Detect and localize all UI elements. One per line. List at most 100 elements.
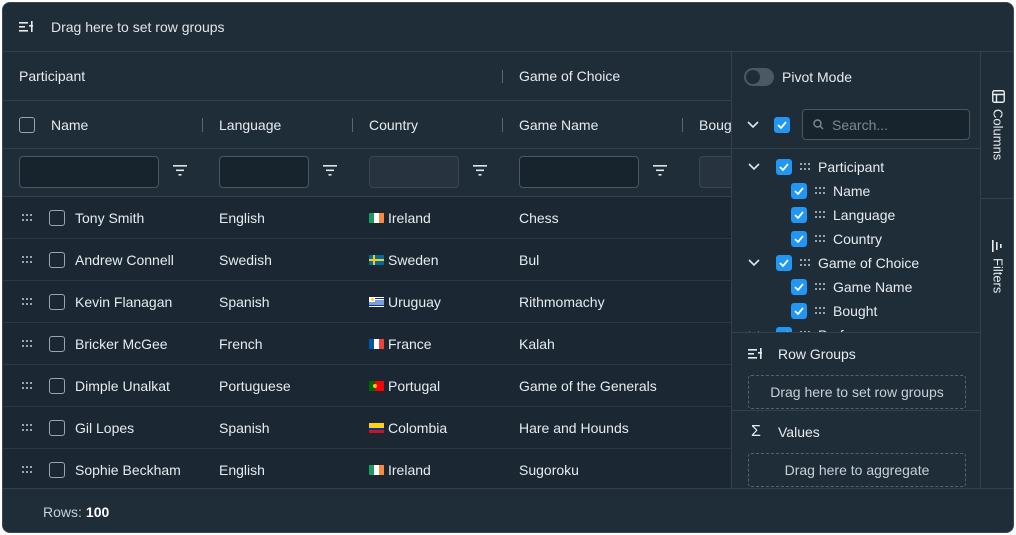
game-name-cell[interactable]: Bul <box>519 239 539 280</box>
drag-handle-icon[interactable] <box>800 259 810 267</box>
pivot-toggle-switch[interactable] <box>744 67 774 86</box>
drag-handle-icon[interactable] <box>815 283 825 291</box>
game-name-filter-input[interactable] <box>519 156 639 188</box>
drag-handle-icon[interactable] <box>800 163 810 171</box>
name-cell[interactable]: Sophie Beckham <box>75 449 181 488</box>
column-group-item[interactable]: Perfo <box>748 323 851 332</box>
game-name-cell[interactable]: Chess <box>519 197 559 238</box>
column-item[interactable]: Country <box>791 227 882 251</box>
column-search-input[interactable]: Search... <box>802 109 970 140</box>
select-all-checkbox[interactable] <box>19 116 35 133</box>
name-cell[interactable]: Tony Smith <box>75 197 144 238</box>
values-drop-zone[interactable]: Drag here to aggregate <box>748 453 966 487</box>
column-group-item[interactable]: Game of Choice <box>748 251 919 275</box>
name-filter-input[interactable] <box>19 156 159 188</box>
column-checkbox[interactable] <box>791 303 807 319</box>
country-cell[interactable]: France <box>369 323 432 364</box>
row-checkbox[interactable] <box>49 377 65 394</box>
tab-columns[interactable]: Columns <box>981 80 1013 200</box>
row-checkbox[interactable] <box>49 251 65 268</box>
header-group-game-of-choice[interactable]: Game of Choice <box>503 52 731 100</box>
drag-handle-icon[interactable] <box>22 213 32 222</box>
name-cell[interactable]: Bricker McGee <box>75 323 168 364</box>
country-cell[interactable]: Colombia <box>369 407 447 448</box>
filter-icon[interactable] <box>653 165 667 176</box>
language-cell[interactable]: English <box>219 449 265 488</box>
toggle-all-columns-checkbox[interactable] <box>774 117 790 133</box>
row-checkbox[interactable] <box>49 419 65 436</box>
column-group-item[interactable]: Participant <box>748 155 884 179</box>
country-cell[interactable]: Ireland <box>369 197 431 238</box>
drag-handle-icon[interactable] <box>22 465 32 474</box>
column-checkbox[interactable] <box>791 279 807 295</box>
row-group-drop-zone[interactable]: Drag here to set row groups <box>3 3 1013 52</box>
drag-handle-icon[interactable] <box>815 235 825 243</box>
chevron-down-icon[interactable] <box>748 259 760 267</box>
column-checkbox[interactable] <box>776 255 792 271</box>
language-cell[interactable]: Portuguese <box>219 365 291 406</box>
bought-filter-input[interactable] <box>699 156 731 188</box>
drag-handle-icon[interactable] <box>815 307 825 315</box>
pivot-mode-toggle[interactable]: Pivot Mode <box>732 52 982 101</box>
country-cell[interactable]: Portugal <box>369 365 440 406</box>
header-group-participant[interactable]: Participant <box>3 52 503 100</box>
drag-handle-icon[interactable] <box>22 255 32 264</box>
name-cell[interactable]: Gil Lopes <box>75 407 134 448</box>
game-name-cell[interactable]: Game of the Generals <box>519 365 657 406</box>
language-cell[interactable]: French <box>219 323 263 364</box>
header-language[interactable]: Language <box>203 101 353 148</box>
name-cell[interactable]: Andrew Connell <box>75 239 174 280</box>
table-row[interactable]: Bricker McGee French France Kalah <box>3 323 731 365</box>
filter-icon[interactable] <box>173 165 187 176</box>
filter-icon[interactable] <box>323 165 337 176</box>
header-game-name[interactable]: Game Name <box>503 101 683 148</box>
country-filter-input[interactable] <box>369 156 459 188</box>
row-checkbox[interactable] <box>49 293 65 310</box>
table-row[interactable]: Tony Smith English Ireland Chess <box>3 197 731 239</box>
row-checkbox[interactable] <box>49 335 65 352</box>
drag-handle-icon[interactable] <box>22 339 32 348</box>
column-checkbox[interactable] <box>791 231 807 247</box>
table-row[interactable]: Kevin Flanagan Spanish Uruguay Rithmomachy <box>3 281 731 323</box>
game-name-cell[interactable]: Kalah <box>519 323 555 364</box>
drag-handle-icon[interactable] <box>22 297 32 306</box>
country-cell[interactable]: Sweden <box>369 239 439 280</box>
drag-handle-icon[interactable] <box>815 211 825 219</box>
chevron-down-icon[interactable] <box>748 163 760 171</box>
drag-handle-icon[interactable] <box>815 187 825 195</box>
row-groups-drop-zone[interactable]: Drag here to set row groups <box>748 375 966 409</box>
header-bought[interactable]: Boug <box>683 101 731 148</box>
language-cell[interactable]: Spanish <box>219 407 270 448</box>
column-item[interactable]: Name <box>791 179 870 203</box>
filter-icon[interactable] <box>473 165 487 176</box>
column-checkbox[interactable] <box>776 159 792 175</box>
name-cell[interactable]: Kevin Flanagan <box>75 281 172 322</box>
header-name[interactable]: Name <box>3 101 203 148</box>
drag-handle-icon[interactable] <box>22 423 32 432</box>
language-cell[interactable]: English <box>219 197 265 238</box>
chevron-down-icon[interactable] <box>747 121 759 129</box>
country-cell[interactable]: Ireland <box>369 449 431 488</box>
language-filter-input[interactable] <box>219 156 309 188</box>
table-row[interactable]: Andrew Connell Swedish Sweden Bul <box>3 239 731 281</box>
tab-filters[interactable]: Filters <box>981 230 1013 340</box>
drag-handle-icon[interactable] <box>22 381 32 390</box>
table-row[interactable]: Sophie Beckham English Ireland Sugoroku <box>3 449 731 488</box>
column-checkbox[interactable] <box>791 183 807 199</box>
name-cell[interactable]: Dimple Unalkat <box>75 365 170 406</box>
row-checkbox[interactable] <box>49 461 65 478</box>
column-item[interactable]: Language <box>791 203 895 227</box>
column-checkbox[interactable] <box>791 207 807 223</box>
table-row[interactable]: Dimple Unalkat Portuguese Portugal Game of … <box>3 365 731 407</box>
column-item[interactable]: Game Name <box>791 275 912 299</box>
country-cell[interactable]: Uruguay <box>369 281 441 322</box>
game-name-cell[interactable]: Sugoroku <box>519 449 579 488</box>
game-name-cell[interactable]: Hare and Hounds <box>519 407 629 448</box>
header-country[interactable]: Country <box>353 101 503 148</box>
language-cell[interactable]: Swedish <box>219 239 272 280</box>
game-name-cell[interactable]: Rithmomachy <box>519 281 605 322</box>
column-item[interactable]: Bought <box>791 299 877 323</box>
language-cell[interactable]: Spanish <box>219 281 270 322</box>
row-checkbox[interactable] <box>49 209 65 226</box>
table-row[interactable]: Gil Lopes Spanish Colombia Hare and Hounds <box>3 407 731 449</box>
